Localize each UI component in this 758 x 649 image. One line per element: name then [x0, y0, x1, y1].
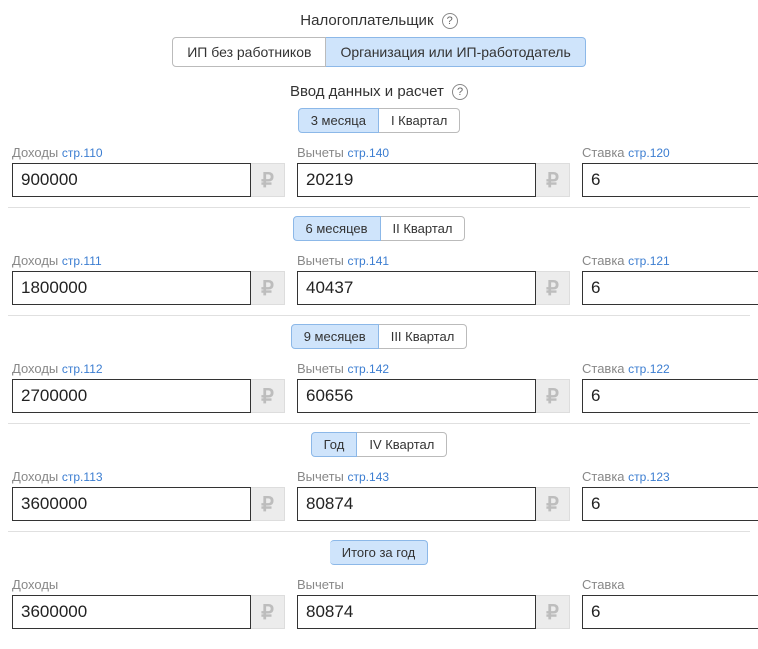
deduct-page-ref: стр.143 — [348, 470, 390, 484]
total-deduct-label-text: Вычеты — [297, 577, 344, 592]
ruble-icon: ₽ — [251, 379, 285, 413]
taxpayer-toggle: ИП без работников Организация или ИП-раб… — [8, 37, 750, 67]
rate-label: Ставка стр.121 — [582, 253, 758, 268]
rate-label: Ставка стр.120 — [582, 145, 758, 160]
period-toggle: ГодIV Квартал — [8, 432, 750, 457]
income-page-ref: стр.112 — [62, 362, 103, 376]
rate-label-text: Ставка — [582, 145, 625, 160]
deduct-input[interactable] — [297, 487, 536, 521]
period-tab[interactable]: 3 месяца — [298, 108, 379, 133]
total-income-label: Доходы — [12, 577, 285, 592]
total-income-label-text: Доходы — [12, 577, 58, 592]
ruble-icon: ₽ — [251, 487, 285, 521]
rate-page-ref: стр.122 — [628, 362, 670, 376]
data-entry-title: Ввод данных и расчет ? — [8, 83, 750, 100]
income-label: Доходы стр.112 — [12, 361, 285, 376]
income-page-ref: стр.113 — [62, 470, 103, 484]
income-page-ref: стр.111 — [62, 254, 102, 268]
ruble-icon: ₽ — [536, 379, 570, 413]
deduct-input[interactable] — [297, 379, 536, 413]
ruble-icon: ₽ — [251, 163, 285, 197]
period-tab[interactable]: 9 месяцев — [291, 324, 379, 349]
income-label: Доходы стр.110 — [12, 145, 285, 160]
income-page-ref: стр.110 — [62, 146, 103, 160]
income-input[interactable] — [12, 271, 251, 305]
taxpayer-option-org[interactable]: Организация или ИП-работодатель — [326, 37, 585, 67]
rate-input[interactable] — [582, 487, 758, 521]
total-row: Доходы₽Вычеты₽Ставка%Налог₽ — [8, 573, 750, 639]
ruble-icon: ₽ — [536, 487, 570, 521]
deduct-page-ref: стр.141 — [348, 254, 390, 268]
deduct-label: Вычеты стр.143 — [297, 469, 570, 484]
period-tab[interactable]: 6 месяцев — [293, 216, 381, 241]
deduct-page-ref: стр.142 — [348, 362, 390, 376]
total-rate-label: Ставка — [582, 577, 758, 592]
total-deduct-input[interactable] — [297, 595, 536, 629]
period-tab[interactable]: IV Квартал — [357, 432, 447, 457]
rate-label-text: Ставка — [582, 361, 625, 376]
ruble-icon: ₽ — [251, 271, 285, 305]
deduct-input[interactable] — [297, 271, 536, 305]
rate-label: Ставка стр.122 — [582, 361, 758, 376]
income-label-text: Доходы — [12, 469, 58, 484]
period-row: Доходы стр.113 ₽ Вычеты стр.143 ₽ Ставка стр… — [8, 465, 750, 532]
income-label-text: Доходы — [12, 361, 58, 376]
income-label-text: Доходы — [12, 145, 58, 160]
ruble-icon: ₽ — [536, 595, 570, 629]
period-row: Доходы стр.110 ₽ Вычеты стр.140 ₽ Ставка стр… — [8, 141, 750, 208]
rate-label: Ставка стр.123 — [582, 469, 758, 484]
deduct-label-text: Вычеты — [297, 145, 344, 160]
ruble-icon: ₽ — [536, 163, 570, 197]
taxpayer-option-ip[interactable]: ИП без работников — [172, 37, 326, 67]
income-input[interactable] — [12, 379, 251, 413]
help-icon[interactable]: ? — [442, 13, 458, 29]
data-entry-title-text: Ввод данных и расчет — [290, 83, 444, 100]
total-rate-label-text: Ставка — [582, 577, 625, 592]
taxpayer-title-text: Налогоплательщик — [300, 12, 433, 29]
income-label-text: Доходы — [12, 253, 58, 268]
income-input[interactable] — [12, 487, 251, 521]
income-label: Доходы стр.113 — [12, 469, 285, 484]
income-input[interactable] — [12, 163, 251, 197]
deduct-label-text: Вычеты — [297, 253, 344, 268]
total-deduct-label: Вычеты — [297, 577, 570, 592]
deduct-input[interactable] — [297, 163, 536, 197]
deduct-label-text: Вычеты — [297, 361, 344, 376]
ruble-icon: ₽ — [251, 595, 285, 629]
total-income-input[interactable] — [12, 595, 251, 629]
taxpayer-title: Налогоплательщик ? — [8, 12, 750, 29]
rate-input[interactable] — [582, 163, 758, 197]
income-label: Доходы стр.111 — [12, 253, 285, 268]
deduct-label-text: Вычеты — [297, 469, 344, 484]
rate-page-ref: стр.121 — [628, 254, 670, 268]
total-rate-input[interactable] — [582, 595, 758, 629]
period-toggle: 3 месяцаI Квартал — [8, 108, 750, 133]
rate-label-text: Ставка — [582, 469, 625, 484]
ruble-icon: ₽ — [536, 271, 570, 305]
rate-page-ref: стр.123 — [628, 470, 670, 484]
rate-input[interactable] — [582, 379, 758, 413]
period-toggle: 6 месяцевII Квартал — [8, 216, 750, 241]
period-tab[interactable]: II Квартал — [381, 216, 466, 241]
help-icon[interactable]: ? — [452, 84, 468, 100]
rate-input[interactable] — [582, 271, 758, 305]
period-row: Доходы стр.112 ₽ Вычеты стр.142 ₽ Ставка стр… — [8, 357, 750, 424]
deduct-label: Вычеты стр.141 — [297, 253, 570, 268]
period-toggle: 9 месяцевIII Квартал — [8, 324, 750, 349]
deduct-page-ref: стр.140 — [348, 146, 390, 160]
total-toggle: Итого за год — [8, 540, 750, 565]
period-row: Доходы стр.111 ₽ Вычеты стр.141 ₽ Ставка стр… — [8, 249, 750, 316]
period-tab[interactable]: Год — [311, 432, 358, 457]
period-tab[interactable]: I Квартал — [379, 108, 460, 133]
deduct-label: Вычеты стр.140 — [297, 145, 570, 160]
rate-label-text: Ставка — [582, 253, 625, 268]
rate-page-ref: стр.120 — [628, 146, 670, 160]
deduct-label: Вычеты стр.142 — [297, 361, 570, 376]
total-tab[interactable]: Итого за год — [330, 540, 428, 565]
period-tab[interactable]: III Квартал — [379, 324, 468, 349]
